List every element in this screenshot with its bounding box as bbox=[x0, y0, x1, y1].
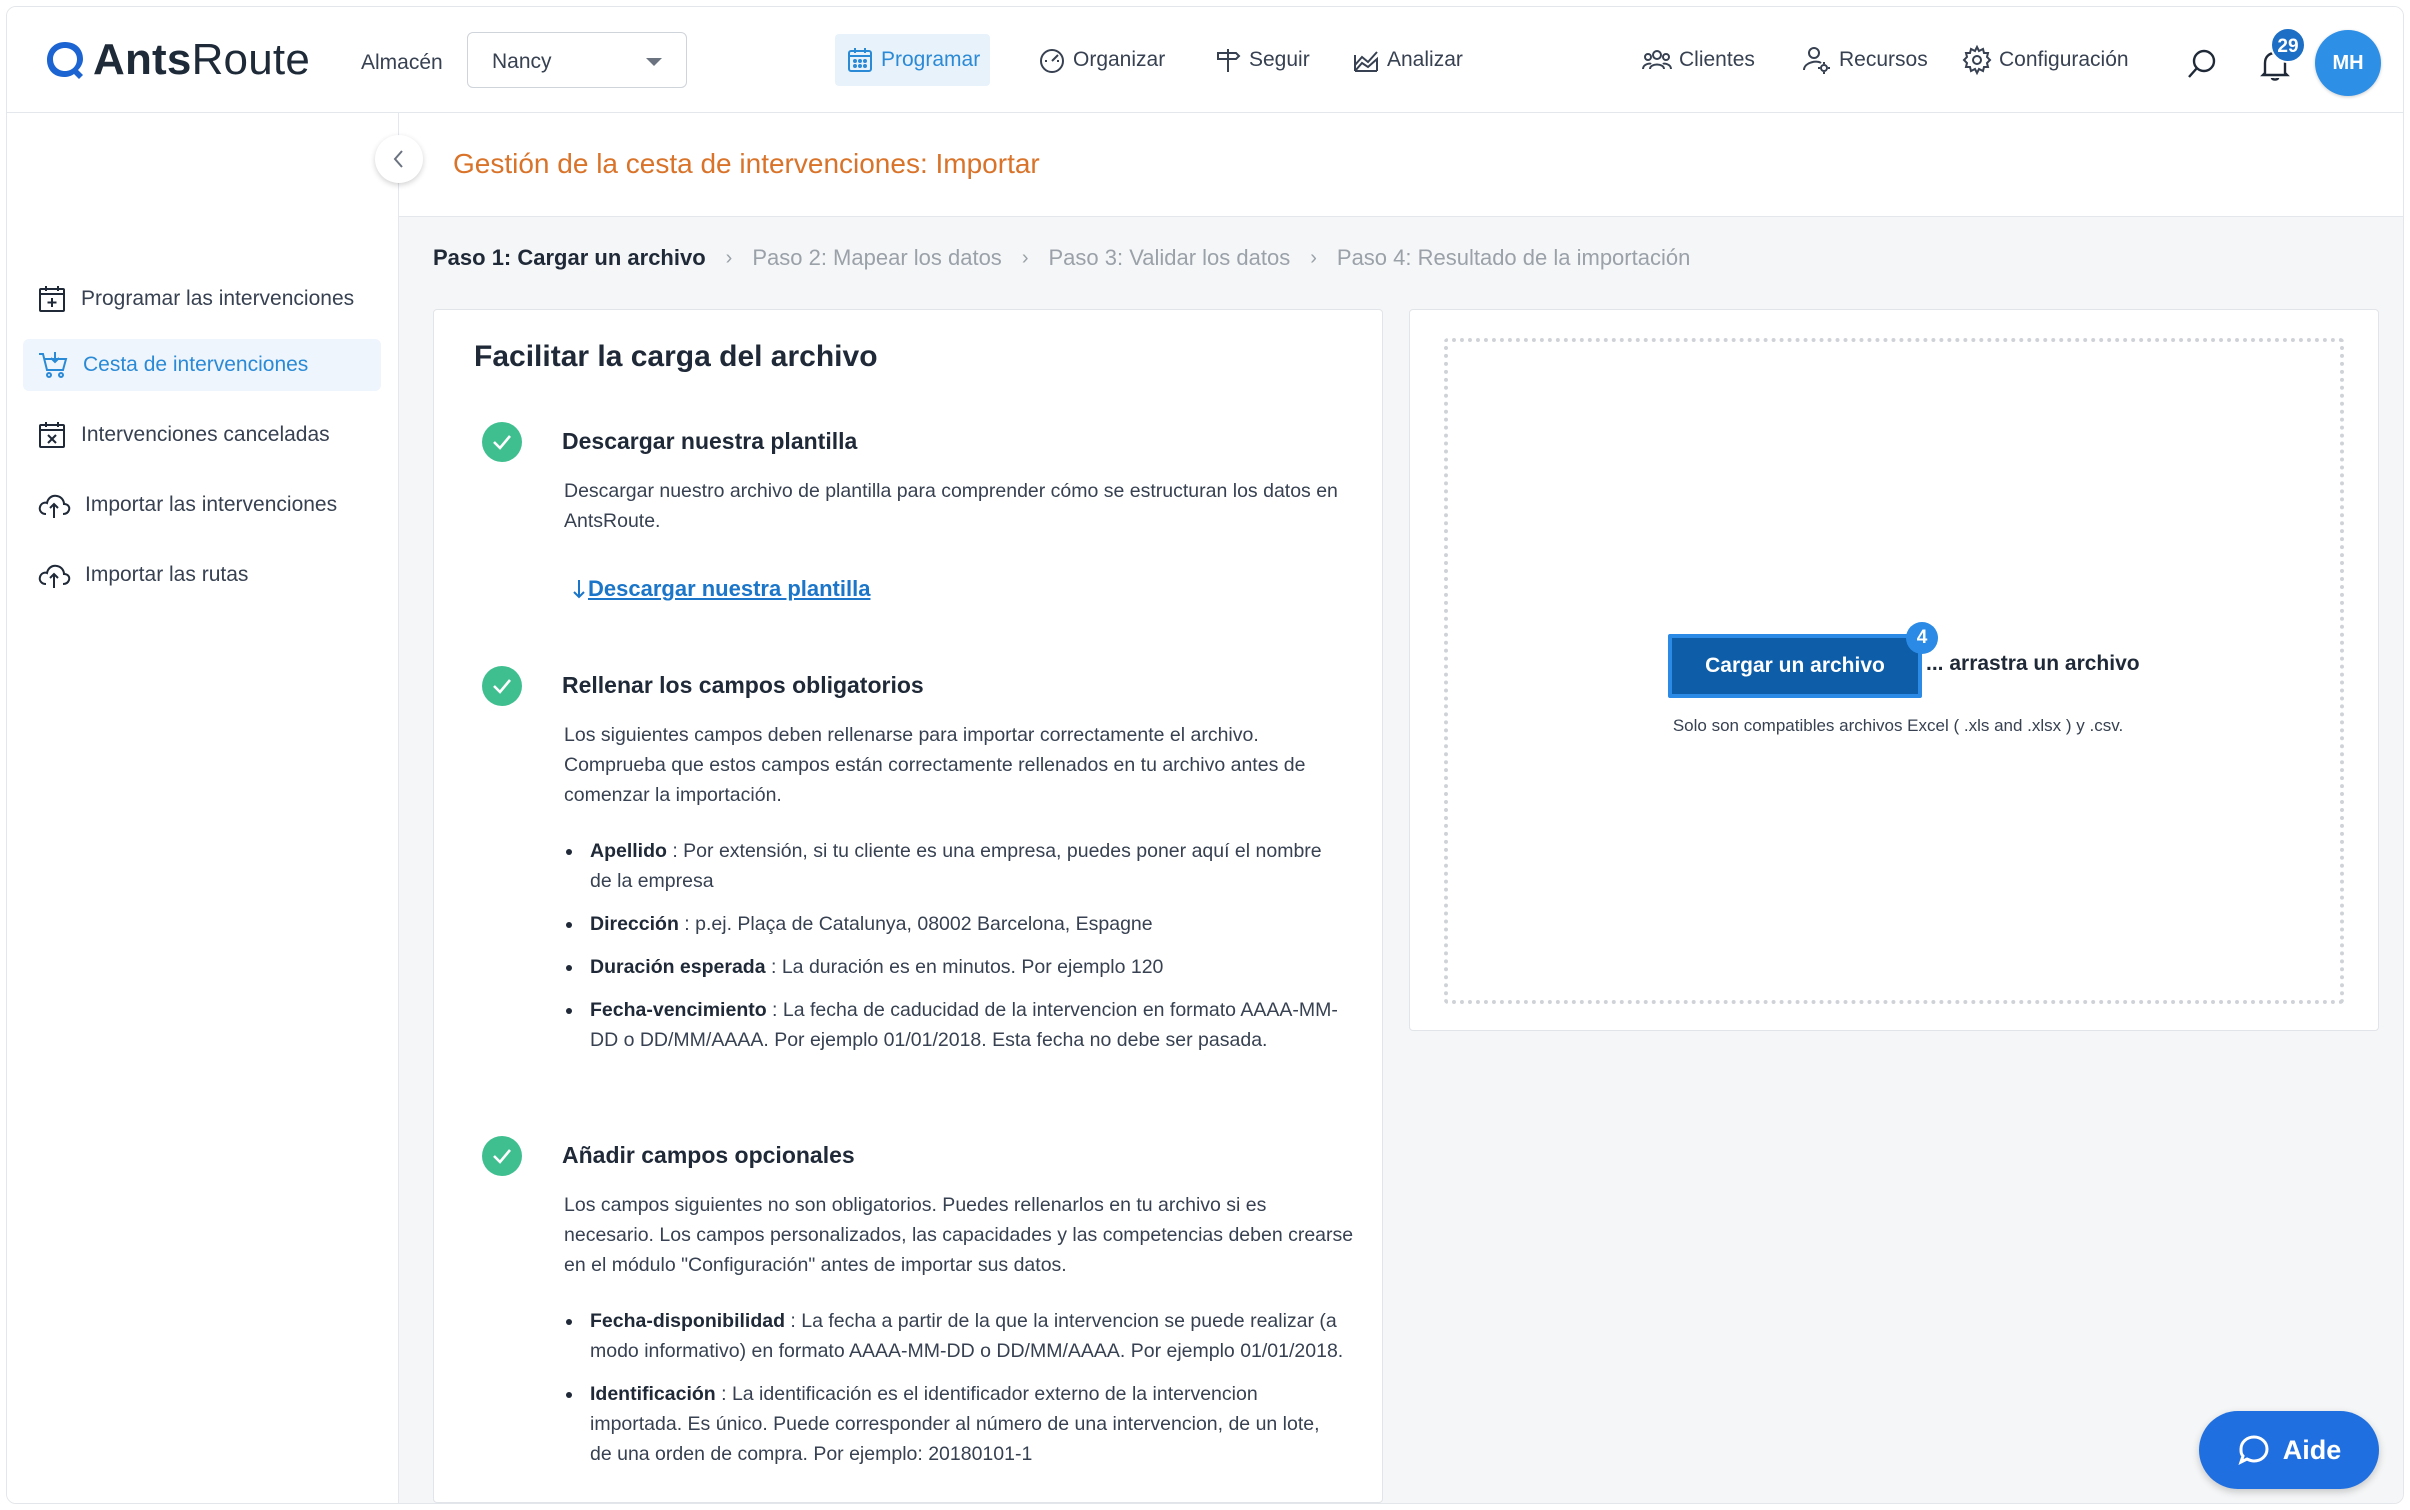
nav-clientes[interactable]: Clientes bbox=[1631, 34, 1765, 86]
avatar[interactable]: MH bbox=[2315, 30, 2381, 96]
download-template-label: Descargar nuestra plantilla bbox=[588, 576, 871, 601]
section-text: Descargar nuestro archivo de plantilla p… bbox=[564, 480, 1338, 532]
drag-hint: ... arrastra un archivo bbox=[1926, 652, 2140, 675]
nav-programar-label: Programar bbox=[881, 48, 981, 71]
section-optional-fields: Añadir campos opcionales Los campos sigu… bbox=[482, 1136, 1362, 1502]
chart-icon bbox=[1354, 51, 1378, 72]
sidebar-item-intervenciones-canceladas[interactable]: Intervenciones canceladas bbox=[23, 409, 381, 461]
logo-text-bold: Ants bbox=[93, 35, 192, 84]
step-1: Paso 1: Cargar un archivo bbox=[433, 245, 706, 270]
step-3: Paso 3: Validar los datos bbox=[1048, 245, 1291, 270]
help-label: Aide bbox=[2282, 1434, 2342, 1465]
nav-seguir-label: Seguir bbox=[1249, 48, 1310, 71]
nav-analizar[interactable]: Analizar bbox=[1341, 34, 1473, 86]
step-4: Paso 4: Resultado de la importación bbox=[1336, 245, 1691, 270]
chevron-right-icon: › bbox=[1310, 246, 1317, 269]
sidebar: Programar las intervenciones Cesta de in… bbox=[7, 113, 399, 1503]
sidebar-item-programar-intervenciones[interactable]: Programar las intervenciones bbox=[23, 273, 381, 325]
upload-badge: 4 bbox=[1906, 622, 1938, 654]
antsroute-logo[interactable]: AntsRoute bbox=[43, 35, 310, 85]
nav-organizar[interactable]: Organizar bbox=[1027, 34, 1175, 86]
list-item: Fecha-vencimiento : La fecha de caducida… bbox=[564, 995, 1344, 1055]
chevron-down-icon bbox=[646, 58, 662, 66]
cloud-upload-icon bbox=[38, 564, 71, 588]
page-title-bar: Gestión de la cesta de intervenciones: I… bbox=[399, 113, 2403, 217]
signpost-icon bbox=[1217, 49, 1241, 72]
upload-file-button[interactable]: Cargar un archivo bbox=[1668, 634, 1922, 698]
help-button[interactable]: Aide bbox=[2199, 1411, 2379, 1489]
logo-icon bbox=[47, 42, 83, 79]
sidebar-item-label: Importar las intervenciones bbox=[85, 493, 338, 516]
list-item: Fecha-disponibilidad : La fecha a partir… bbox=[564, 1306, 1344, 1366]
nav-programar[interactable]: Programar bbox=[835, 34, 991, 86]
list-item: Apellido : Por extensión, si tu cliente … bbox=[564, 836, 1344, 896]
list-item: Identificación : La identificación es el… bbox=[564, 1379, 1344, 1469]
check-icon bbox=[482, 666, 522, 706]
check-icon bbox=[482, 422, 522, 462]
nav-configuracion[interactable]: Configuración bbox=[1951, 34, 2139, 86]
nav-analizar-label: Analizar bbox=[1387, 48, 1463, 71]
file-dropzone[interactable]: Cargar un archivo 4 ... arrastra un arch… bbox=[1444, 338, 2344, 1004]
download-arrow-icon bbox=[573, 580, 585, 599]
section-title: Añadir campos opcionales bbox=[562, 1142, 855, 1168]
chevron-right-icon: › bbox=[1021, 246, 1029, 269]
cloud-upload-icon bbox=[38, 494, 71, 518]
section-required-fields: Rellenar los campos obligatorios Los sig… bbox=[482, 666, 1362, 1086]
calendar-x-icon bbox=[39, 422, 65, 448]
chevron-left-icon bbox=[393, 150, 403, 168]
sidebar-item-label: Programar las intervenciones bbox=[81, 287, 355, 310]
page-title: Gestión de la cesta de intervenciones: I… bbox=[453, 148, 1040, 179]
gauge-icon bbox=[1040, 49, 1064, 73]
nav-recursos[interactable]: Recursos bbox=[1791, 34, 1938, 86]
section-text: Los campos siguientes no son obligatorio… bbox=[564, 1194, 1354, 1276]
nav-seguir[interactable]: Seguir bbox=[1203, 34, 1320, 86]
calendar-plus-icon bbox=[39, 286, 65, 312]
section-template: Descargar nuestra plantilla Descargar nu… bbox=[482, 422, 1362, 622]
sidebar-item-importar-rutas[interactable]: Importar las rutas bbox=[23, 549, 381, 601]
sidebar-collapse-button[interactable] bbox=[375, 135, 423, 183]
warehouse-value: Nancy bbox=[492, 50, 552, 73]
sidebar-item-label: Cesta de intervenciones bbox=[83, 353, 309, 376]
section-title: Rellenar los campos obligatorios bbox=[562, 672, 924, 698]
sidebar-item-importar-intervenciones[interactable]: Importar las intervenciones bbox=[23, 479, 381, 531]
notification-badge: 29 bbox=[2270, 27, 2306, 63]
breadcrumb-steps: Paso 1: Cargar un archivo › Paso 2: Mape… bbox=[433, 245, 1690, 271]
warehouse-select[interactable]: Nancy bbox=[467, 32, 687, 88]
nav-configuracion-label: Configuración bbox=[1999, 48, 2129, 71]
users-icon bbox=[1642, 50, 1672, 70]
nav-organizar-label: Organizar bbox=[1073, 48, 1166, 71]
calendar-icon bbox=[848, 48, 872, 72]
section-text: Los siguientes campos deben rellenarse p… bbox=[564, 724, 1306, 806]
section-title: Descargar nuestra plantilla bbox=[562, 428, 858, 454]
cart-icon bbox=[39, 352, 68, 378]
guide-card: Facilitar la carga del archivo Descargar… bbox=[433, 309, 1383, 1503]
chat-bubble-icon bbox=[2238, 1435, 2269, 1465]
download-template-link[interactable]: Descargar nuestra plantilla bbox=[570, 576, 870, 602]
step-2: Paso 2: Mapear los datos bbox=[752, 245, 1002, 270]
optional-fields-list: Fecha-disponibilidad : La fecha a partir… bbox=[564, 1306, 1344, 1482]
sidebar-item-label: Importar las rutas bbox=[85, 563, 249, 586]
sidebar-item-label: Intervenciones canceladas bbox=[81, 423, 330, 446]
search-icon[interactable] bbox=[2185, 47, 2219, 81]
warehouse-label: Almacén bbox=[361, 51, 443, 74]
nav-clientes-label: Clientes bbox=[1679, 48, 1755, 71]
chevron-right-icon: › bbox=[725, 246, 733, 269]
list-item: Duración esperada : La duración es en mi… bbox=[564, 952, 1344, 982]
nav-recursos-label: Recursos bbox=[1839, 48, 1928, 71]
compatibility-note: Solo son compatibles archivos Excel ( .x… bbox=[1672, 716, 2124, 735]
top-header: AntsRoute Almacén Nancy Programar Organi… bbox=[7, 7, 2403, 113]
list-item: Dirección : p.ej. Plaça de Catalunya, 08… bbox=[564, 909, 1344, 939]
logo-text-light: Route bbox=[191, 35, 310, 84]
check-icon bbox=[482, 1136, 522, 1176]
upload-card: Cargar un archivo 4 ... arrastra un arch… bbox=[1409, 309, 2379, 1031]
guide-title: Facilitar la carga del archivo bbox=[474, 340, 878, 373]
app-window: AntsRoute Almacén Nancy Programar Organi… bbox=[6, 6, 2404, 1504]
sidebar-item-cesta-intervenciones[interactable]: Cesta de intervenciones bbox=[23, 339, 381, 391]
user-gear-icon bbox=[1803, 47, 1830, 74]
gear-icon bbox=[1962, 44, 1992, 76]
required-fields-list: Apellido : Por extensión, si tu cliente … bbox=[564, 836, 1344, 1068]
